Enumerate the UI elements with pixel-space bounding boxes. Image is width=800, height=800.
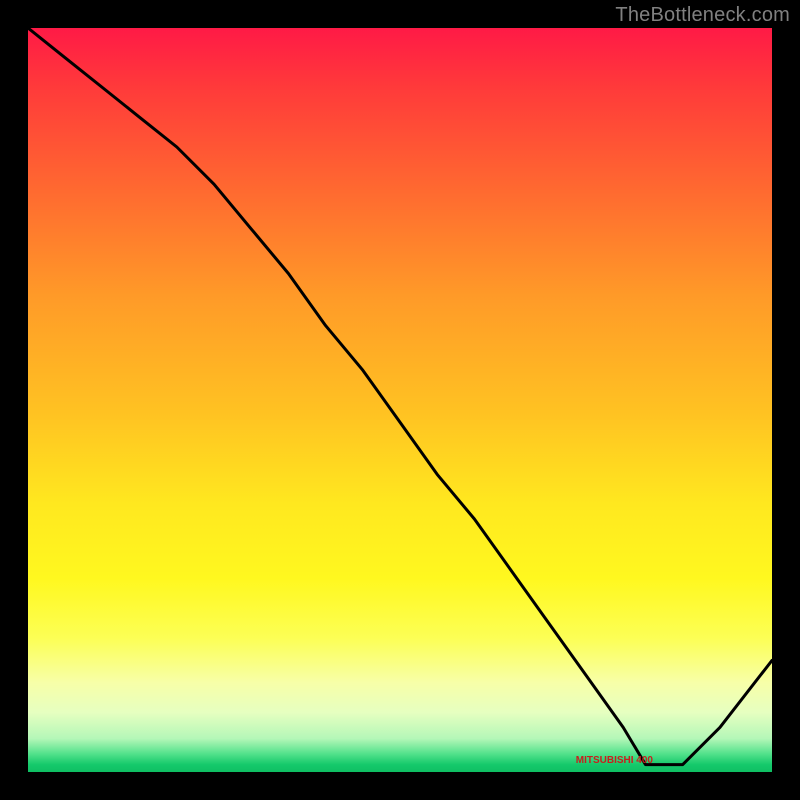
plot-area: MITSUBISHI 400 bbox=[28, 28, 772, 772]
chart-frame: MITSUBISHI 400 TheBottleneck.com bbox=[0, 0, 800, 800]
line-series bbox=[28, 28, 772, 772]
optimum-marker-label: MITSUBISHI 400 bbox=[576, 755, 653, 766]
watermark-text: TheBottleneck.com bbox=[615, 4, 790, 27]
bottleneck-curve-path bbox=[28, 28, 772, 765]
